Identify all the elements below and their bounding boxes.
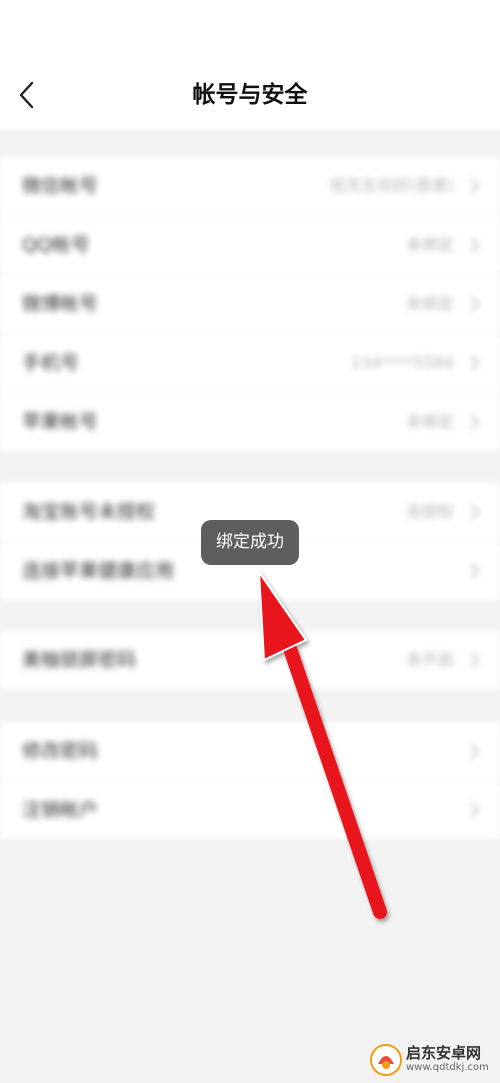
- accounts-group: 微信帐号 低先生你好(登录) QQ帐号 未绑定 微博帐号 未绑定 手机号 134…: [0, 157, 500, 451]
- row-value: 低先生你好(登录): [329, 176, 455, 195]
- chevron-right-icon: [470, 802, 480, 818]
- watermark-url: www.qdtdkj.com: [406, 1062, 489, 1073]
- chevron-right-icon: [470, 178, 480, 194]
- row-label: 美柚锁屏密码: [22, 649, 137, 671]
- chevron-right-icon: [470, 237, 480, 253]
- page-title: 帐号与安全: [192, 82, 308, 108]
- row-label: 注销帐户: [22, 799, 99, 821]
- row-value: 未绑定: [405, 294, 454, 313]
- chevron-right-icon: [470, 414, 480, 430]
- row-label: 连接苹果健康应用: [22, 560, 175, 582]
- row-value: 未开启: [405, 650, 454, 669]
- row-label: 微博帐号: [22, 293, 99, 315]
- account-management-group: 修改密码 注销帐户: [0, 722, 500, 839]
- row-label: 淘宝账号未授权: [22, 501, 156, 523]
- site-logo-icon: [370, 1044, 402, 1076]
- row-value: 未绑定: [405, 412, 454, 431]
- row-value: 未绑定: [405, 235, 454, 254]
- row-value: 134****5584: [350, 353, 454, 372]
- qq-account-row[interactable]: QQ帐号 未绑定: [0, 215, 500, 274]
- chevron-right-icon: [470, 296, 480, 312]
- phone-number-row[interactable]: 手机号 134****5584: [0, 333, 500, 392]
- row-value: 去授权: [405, 502, 454, 521]
- chevron-right-icon: [470, 743, 480, 759]
- row-label: 手机号: [22, 352, 80, 374]
- apple-account-row[interactable]: 苹果帐号 未绑定: [0, 392, 500, 451]
- row-label: 微信帐号: [22, 175, 99, 197]
- status-bar-area: [0, 0, 500, 60]
- settings-list: 微信帐号 低先生你好(登录) QQ帐号 未绑定 微博帐号 未绑定 手机号 134…: [0, 130, 500, 1083]
- chevron-right-icon: [470, 563, 480, 579]
- wechat-account-row[interactable]: 微信帐号 低先生你好(登录): [0, 157, 500, 215]
- navigation-bar: 帐号与安全: [0, 60, 500, 130]
- watermark: 启东安卓网 www.qdtdkj.com: [370, 1040, 496, 1080]
- lock-screen-group: 美柚锁屏密码 未开启: [0, 631, 500, 689]
- chevron-right-icon: [470, 355, 480, 371]
- row-label: QQ帐号: [22, 234, 90, 256]
- weibo-account-row[interactable]: 微博帐号 未绑定: [0, 274, 500, 333]
- chevron-right-icon: [470, 504, 480, 520]
- delete-account-row[interactable]: 注销帐户: [0, 780, 500, 839]
- row-label: 苹果帐号: [22, 411, 99, 433]
- watermark-name: 启东安卓网: [406, 1044, 482, 1062]
- lock-screen-password-row[interactable]: 美柚锁屏密码 未开启: [0, 631, 500, 689]
- toast-message: 绑定成功: [201, 520, 299, 565]
- row-label: 修改密码: [22, 740, 99, 762]
- chevron-right-icon: [470, 652, 480, 668]
- change-password-row[interactable]: 修改密码: [0, 722, 500, 780]
